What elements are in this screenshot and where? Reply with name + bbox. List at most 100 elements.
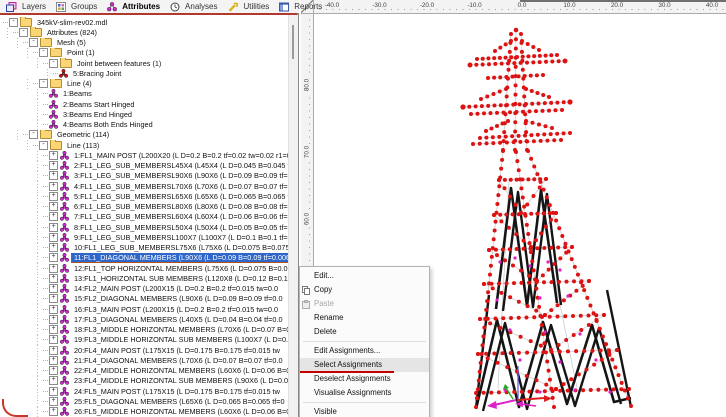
tree-row-label: 1:Beams xyxy=(61,89,94,98)
menu-item-edit[interactable]: Edit... xyxy=(300,269,429,283)
groups-button[interactable]: Groups xyxy=(52,1,101,13)
tree-row[interactable]: +15:FL2_DIAGONAL MEMBERS (L90X6 (L D=0.0… xyxy=(0,294,288,304)
expand-icon[interactable]: + xyxy=(49,376,58,385)
tree-row[interactable]: +20:FL4_MAIN POST (L175X15 (L D=0.175 B=… xyxy=(0,345,288,355)
collapse-icon[interactable]: - xyxy=(29,38,38,47)
expand-icon[interactable]: + xyxy=(49,274,58,283)
tree-row[interactable]: +17:FL3_DIAGONAL MEMBERS (L40X5 (L D=0.0… xyxy=(0,314,288,324)
tree-row[interactable]: +10:FL1_LEG_SUB_MEMBERSL75X6 (L75X6 (L D… xyxy=(0,243,288,253)
expand-icon[interactable]: + xyxy=(49,233,58,242)
tree-row[interactable]: +3:FL1_LEG_SUB_MEMBERSL90X6 (L90X6 (L D=… xyxy=(0,171,288,181)
collapse-icon[interactable]: - xyxy=(49,59,58,68)
expand-icon[interactable]: + xyxy=(49,407,58,416)
tree-row[interactable]: 2:Beams Start Hinged xyxy=(0,99,288,109)
tree-row[interactable]: -Line (113) xyxy=(0,140,288,150)
tree-row[interactable]: 4:Beams Both Ends Hinged xyxy=(0,120,288,130)
tree-row[interactable]: -Joint between features (1) xyxy=(0,58,288,68)
layers-button[interactable]: Layers xyxy=(2,1,50,13)
utilities-button[interactable]: Utilities xyxy=(224,1,274,13)
collapse-icon[interactable]: - xyxy=(39,79,48,88)
expand-icon[interactable]: + xyxy=(49,161,58,170)
expand-icon[interactable]: + xyxy=(49,253,58,262)
collapse-icon[interactable]: - xyxy=(39,48,48,57)
expand-icon[interactable]: + xyxy=(49,171,58,180)
collapse-icon[interactable]: - xyxy=(39,141,48,150)
expand-icon[interactable]: + xyxy=(49,325,58,334)
expand-icon[interactable]: + xyxy=(49,315,58,324)
tree-row[interactable]: +25:FL5_DIAGONAL MEMBERS (L65X6 (L D=0.0… xyxy=(0,396,288,406)
tree-row[interactable]: +7:FL1_LEG_SUB_MEMBERSL60X4 (L60X4 (L D=… xyxy=(0,212,288,222)
menu-item-select-assignments[interactable]: Select Assignments xyxy=(300,358,429,372)
tree-row[interactable]: -Mesh (5) xyxy=(0,38,288,48)
expand-icon[interactable]: + xyxy=(49,243,58,252)
tree-row[interactable]: -Attributes (824) xyxy=(0,27,288,37)
expand-icon[interactable]: + xyxy=(49,202,58,211)
tree-row[interactable]: +4:FL1_LEG_SUB_MEMBERSL70X6 (L70X6 (L D=… xyxy=(0,181,288,191)
tree-row[interactable]: +5:FL1_LEG_SUB_MEMBERSL65X6 (L65X6 (L D=… xyxy=(0,191,288,201)
menu-item-visible[interactable]: Visible xyxy=(300,405,429,417)
tree-row[interactable]: -Geometric (114) xyxy=(0,130,288,140)
menu-item-visualise-assignments[interactable]: Visualise Assignments xyxy=(300,386,429,400)
tree-row[interactable]: 3:Beams End Hinged xyxy=(0,109,288,119)
tree-connector xyxy=(43,339,48,340)
tree-row[interactable]: -345kV-slim-rev02.mdl xyxy=(0,17,288,27)
tree-row[interactable]: 1:Beams xyxy=(0,89,288,99)
tree-row[interactable]: +22:FL4_MIDDLE HORIZONTAL MEMBERS (L60X6… xyxy=(0,366,288,376)
tree-row[interactable]: +6:FL1_LEG_SUB_MEMBERSL80X6 (L80X6 (L D=… xyxy=(0,202,288,212)
expand-icon[interactable]: + xyxy=(49,294,58,303)
expand-icon[interactable]: + xyxy=(49,192,58,201)
tree-row[interactable]: +16:FL3_MAIN POST (L200X15 (L D=0.2 B=0.… xyxy=(0,304,288,314)
menu-item-edit-assignments[interactable]: Edit Assignments... xyxy=(300,344,429,358)
tree-row[interactable]: +18:FL3_MIDDLE HORIZONTAL MEMBERS (L70X6… xyxy=(0,325,288,335)
expand-icon[interactable]: + xyxy=(49,151,58,160)
tree-row[interactable]: +24:FL5_MAIN POST (L175X15 (L D=0.175 B=… xyxy=(0,386,288,396)
expand-icon[interactable]: + xyxy=(49,212,58,221)
attribute-tree[interactable]: -345kV-slim-rev02.mdl-Attributes (824)-M… xyxy=(0,15,288,417)
expand-icon[interactable]: + xyxy=(49,346,58,355)
expand-icon[interactable]: + xyxy=(49,356,58,365)
tree-row[interactable]: +19:FL3_MIDDLE HORIZONTAL SUB MEMBERS (L… xyxy=(0,335,288,345)
tree-scrollbar-thumb[interactable] xyxy=(292,25,294,59)
expand-icon[interactable]: + xyxy=(49,182,58,191)
tree-indent xyxy=(0,376,43,386)
collapse-icon[interactable]: - xyxy=(29,130,38,139)
attributes-button[interactable]: Attributes xyxy=(103,1,164,13)
tree-row[interactable]: +12:FL1_TOP HORIZONTAL MEMBERS (L75X6 (L… xyxy=(0,263,288,273)
expand-icon[interactable]: + xyxy=(49,397,58,406)
tree-row[interactable]: +8:FL1_LEG_SUB_MEMBERSL50X4 (L50X4 (L D=… xyxy=(0,222,288,232)
tree-row[interactable]: +1:FL1_MAIN POST (L200X20 (L D=0.2 B=0.2… xyxy=(0,150,288,160)
expand-icon[interactable]: + xyxy=(49,223,58,232)
tree-row[interactable]: +2:FL1_LEG_SUB_MEMBERSL45X4 (L45X4 (L D=… xyxy=(0,161,288,171)
tree-row[interactable]: +13:FL1_HORIZONTAL SUB MEMBERS (L120X8 (… xyxy=(0,273,288,283)
tree-row[interactable]: 5:Bracing Joint xyxy=(0,68,288,78)
expand-icon[interactable]: + xyxy=(49,264,58,273)
tree-scrollbar[interactable] xyxy=(288,15,298,417)
tree-row[interactable]: +23:FL4_MIDDLE HORIZONTAL SUB MEMBERS (L… xyxy=(0,376,288,386)
tree-indent xyxy=(0,191,43,201)
tree-row-label: 19:FL3_MIDDLE HORIZONTAL SUB MEMBERS (L1… xyxy=(72,335,288,344)
tree-row[interactable]: +26:FL5_MIDDLE HORIZONTAL MEMBERS (L60X6… xyxy=(0,407,288,417)
tree-connector xyxy=(43,63,48,64)
tree-row[interactable]: -Line (4) xyxy=(0,79,288,89)
menu-item-delete[interactable]: Delete xyxy=(300,325,429,339)
tree-row[interactable]: +9:FL1_LEG_SUB_MEMBERSL100X7 (L100X7 (L … xyxy=(0,232,288,242)
menu-item-deselect-assignments[interactable]: Deselect Assignments xyxy=(300,372,429,386)
analyses-button[interactable]: Analyses xyxy=(166,1,221,13)
expand-icon[interactable]: + xyxy=(49,366,58,375)
menu-item-rename[interactable]: Rename xyxy=(300,311,429,325)
v-ruler-label: 60.0 xyxy=(304,212,311,226)
expand-icon[interactable]: + xyxy=(49,387,58,396)
tree-row[interactable]: +21:FL4_DIAGONAL MEMBERS (L70X6 (L D=0.0… xyxy=(0,355,288,365)
tree-row[interactable]: +14:FL2_MAIN POST (L200X15 (L D=0.2 B=0.… xyxy=(0,284,288,294)
expand-icon[interactable]: + xyxy=(49,335,58,344)
expand-icon[interactable]: + xyxy=(49,305,58,314)
collapse-icon[interactable]: - xyxy=(19,28,28,37)
collapse-icon[interactable]: - xyxy=(9,18,18,27)
tree-connector xyxy=(53,73,58,74)
menu-item-copy[interactable]: Copy xyxy=(300,283,429,297)
reports-button[interactable]: Reports xyxy=(275,1,326,13)
tree-row-selected[interactable]: +11:FL1_DIAGONAL MEMBERS (L90X6 (L D=0.0… xyxy=(0,253,288,263)
window-top-edge xyxy=(520,0,726,2)
expand-icon[interactable]: + xyxy=(49,284,58,293)
tree-row[interactable]: -Point (1) xyxy=(0,48,288,58)
